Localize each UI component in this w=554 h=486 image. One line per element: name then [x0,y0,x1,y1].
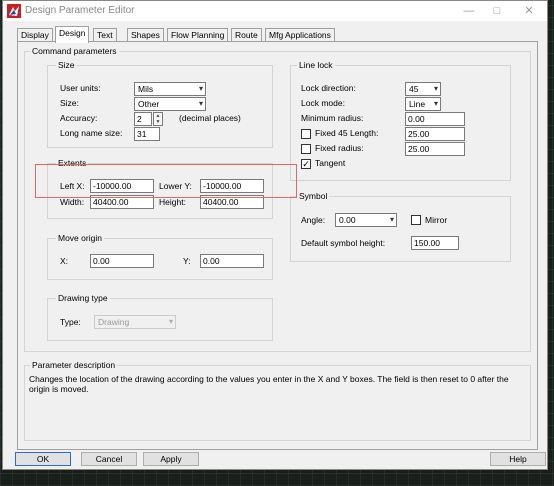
move-origin-title: Move origin [56,233,104,243]
user-units-label: User units: [60,83,101,93]
drawing-type-label: Type: [60,317,81,327]
design-parameter-editor-window: Design Parameter Editor — □ ✕ Display De… [2,0,548,470]
long-name-size-input[interactable]: 31 [134,127,160,141]
lock-mode-select[interactable]: Line ▾ [405,97,441,111]
chevron-down-icon: ▾ [433,84,438,93]
origin-x-label: X: [60,256,69,266]
minimize-button[interactable]: — [455,3,483,19]
chevron-down-icon: ▾ [198,99,203,108]
lock-mode-label: Lock mode: [301,98,345,108]
help-button[interactable]: Help [490,452,546,466]
mirror-label: Mirror [425,215,448,225]
accuracy-note: (decimal places) [179,113,241,123]
cancel-button[interactable]: Cancel [81,452,137,466]
tangent-checkbox[interactable]: ✓ [301,159,311,169]
origin-x-input[interactable]: 0.00 [90,254,154,268]
app-logo-icon [7,4,21,18]
tab-shapes[interactable]: Shapes [127,28,164,42]
width-label: Width: [60,197,85,207]
ok-button[interactable]: OK [15,452,71,466]
close-button[interactable]: ✕ [515,3,543,19]
size-title: Size [56,60,77,70]
size-group: Size User units: Mils ▾ Size: Other ▾ Ac… [47,60,273,148]
default-symbol-height-label: Default symbol height: [301,238,386,248]
chevron-down-icon: ▾ [168,317,173,326]
drawing-type-select: Drawing ▾ [94,315,176,329]
user-units-select[interactable]: Mils ▾ [134,82,206,96]
design-tab-panel: Command parameters Size User units: Mils… [17,41,538,450]
tab-mfg-applications[interactable]: Mfg Applications [265,28,335,42]
command-parameters-group: Command parameters Size User units: Mils… [24,46,531,352]
default-symbol-height-input[interactable]: 150.00 [411,236,459,250]
tab-display[interactable]: Display [17,28,53,42]
parameter-description-group: Parameter description Changes the locati… [24,360,531,441]
minimum-radius-label: Minimum radius: [301,113,364,123]
command-parameters-title: Command parameters [30,46,119,56]
chevron-down-icon: ▾ [389,215,394,224]
lock-direction-select[interactable]: 45 ▾ [405,82,441,96]
drawing-type-group: Drawing type Type: Drawing ▾ [47,293,273,341]
tab-text[interactable]: Text [93,28,117,42]
drawing-type-title: Drawing type [56,293,110,303]
chevron-down-icon: ▾ [198,84,203,93]
tab-route[interactable]: Route [231,28,262,42]
fixed-radius-label: Fixed radius: [315,143,364,153]
spin-down-icon[interactable]: ▼ [154,119,162,125]
accuracy-label: Accuracy: [60,113,98,123]
mirror-checkbox[interactable] [411,215,421,225]
parameter-description-title: Parameter description [30,360,118,370]
minimum-radius-input[interactable]: 0.00 [405,112,465,126]
size-label: Size: [60,98,79,108]
accuracy-spinner[interactable]: ▲ ▼ [153,112,163,126]
accuracy-input[interactable]: 2 [134,112,152,126]
fixed-radius-checkbox[interactable] [301,144,311,154]
symbol-group: Symbol Angle: 0.00 ▾ Mirror Default symb… [290,191,511,262]
origin-y-label: Y: [183,256,191,266]
apply-button[interactable]: Apply [143,452,199,466]
title-bar: Design Parameter Editor — □ ✕ [3,1,547,21]
maximize-button[interactable]: □ [483,3,511,19]
checkmark-icon: ✓ [302,159,310,169]
window-title: Design Parameter Editor [25,5,135,16]
symbol-title: Symbol [297,191,330,201]
line-lock-title: Line lock [297,60,335,70]
size-select[interactable]: Other ▾ [134,97,206,111]
line-lock-group: Line lock Lock direction: 45 ▾ Lock mode… [290,60,511,181]
long-name-size-label: Long name size: [60,128,123,138]
highlight-box [35,164,297,198]
height-label: Height: [159,197,186,207]
move-origin-group: Move origin X: 0.00 Y: 0.00 [47,233,273,280]
fixed-45-length-input[interactable]: 25.00 [405,127,465,141]
tab-flow-planning[interactable]: Flow Planning [167,28,229,42]
fixed-45-length-label: Fixed 45 Length: [315,128,379,138]
origin-y-input[interactable]: 0.00 [200,254,264,268]
chevron-down-icon: ▾ [433,99,438,108]
tangent-label: Tangent [315,158,346,168]
angle-label: Angle: [301,215,326,225]
lock-direction-label: Lock direction: [301,83,356,93]
tab-design[interactable]: Design [55,26,90,43]
fixed-radius-input[interactable]: 25.00 [405,142,465,156]
fixed-45-length-checkbox[interactable] [301,129,311,139]
parameter-description-text: Changes the location of the drawing acco… [29,374,509,394]
angle-select[interactable]: 0.00 ▾ [335,213,397,227]
